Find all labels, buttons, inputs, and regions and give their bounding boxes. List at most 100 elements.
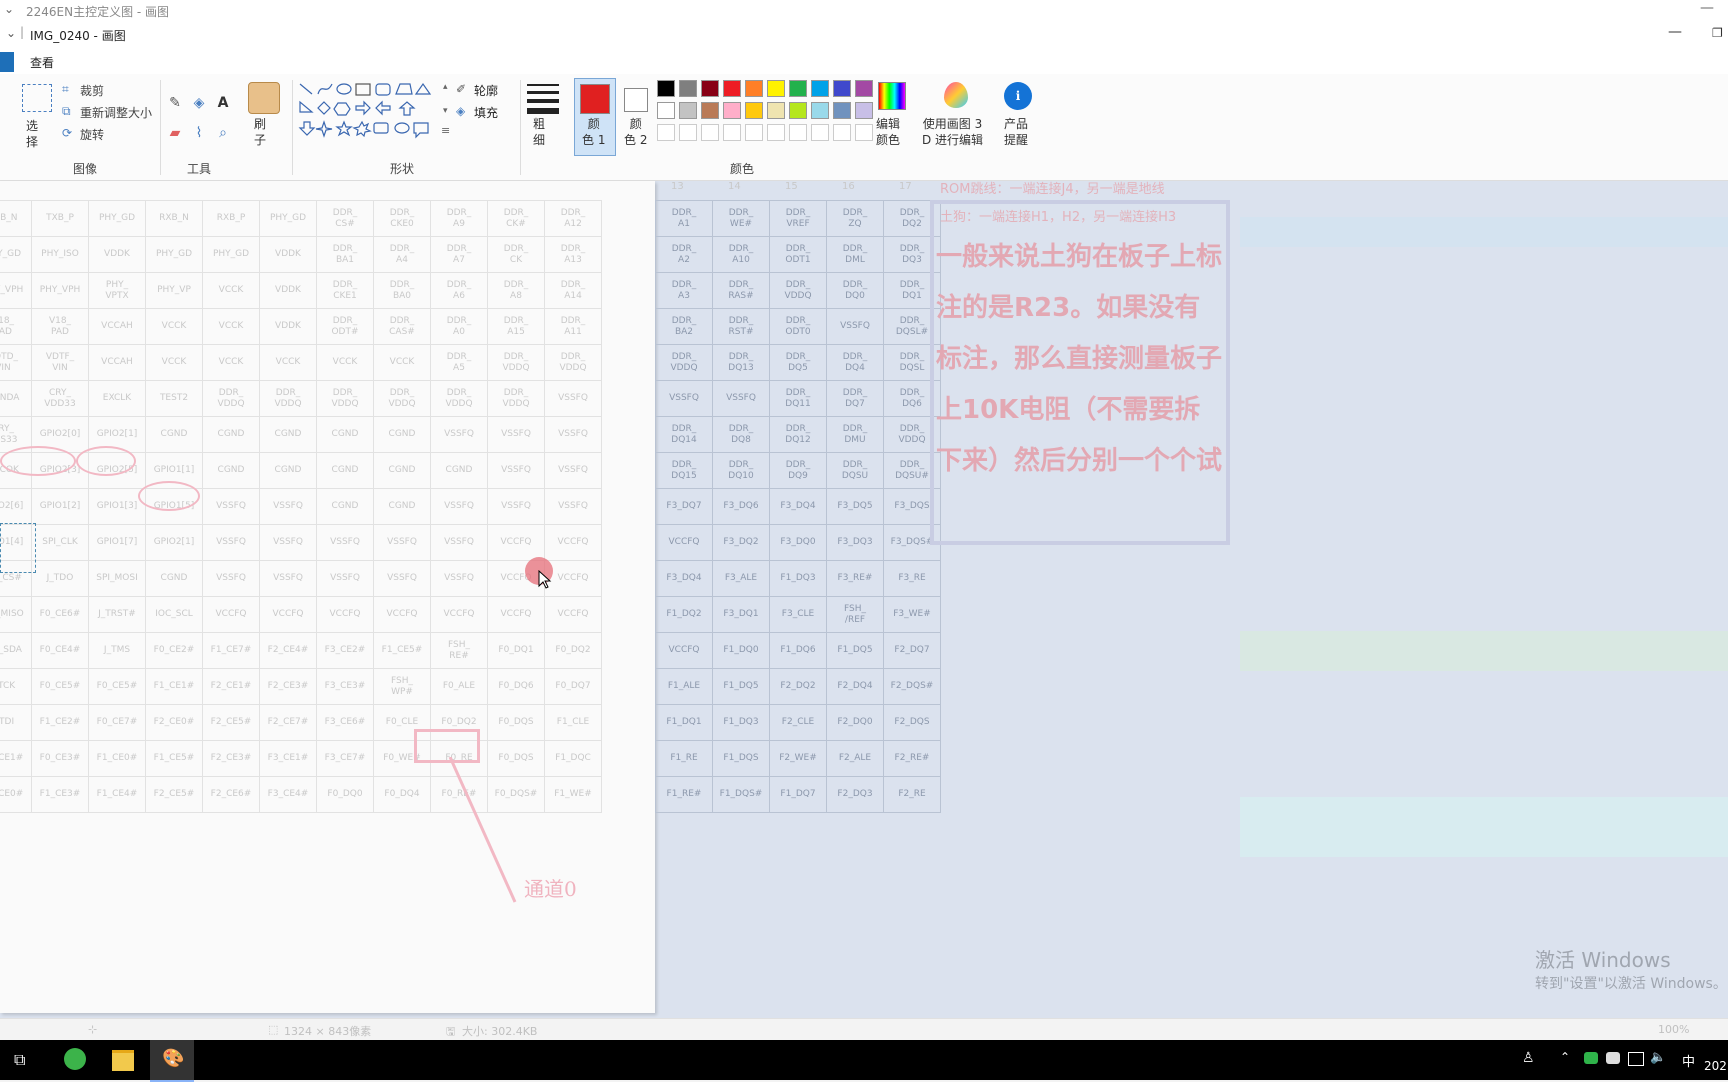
- clock[interactable]: 202: [1704, 1059, 1727, 1073]
- table-cell: CGND: [145, 416, 203, 453]
- tray-app-icon[interactable]: [1606, 1052, 1620, 1064]
- color2-button[interactable]: 颜 色 2: [624, 116, 647, 148]
- table-cell: F1_CE5#: [145, 740, 203, 777]
- palette-swatch[interactable]: [833, 102, 851, 119]
- size-button[interactable]: 粗 细: [533, 116, 545, 148]
- shapes-gallery-icons: [298, 82, 432, 139]
- network-icon[interactable]: [1628, 1052, 1644, 1066]
- brush-icon[interactable]: [248, 82, 280, 114]
- image-dimensions: 1324 × 843像素: [284, 1025, 372, 1038]
- menu-chevron-icon[interactable]: ⌄: [4, 2, 14, 16]
- gallery-more-icon[interactable]: ≡: [441, 124, 450, 137]
- palette-swatch-empty[interactable]: [723, 124, 741, 141]
- palette-swatch-empty[interactable]: [833, 124, 851, 141]
- tray-app-icon[interactable]: [1584, 1052, 1598, 1064]
- palette-swatch-empty[interactable]: [745, 124, 763, 141]
- fill-shape-icon[interactable]: ◈: [456, 104, 465, 118]
- table-cell: PHY_ISO: [31, 236, 89, 273]
- highlight-circle: [76, 446, 136, 476]
- outline-icon[interactable]: ✐: [456, 82, 466, 96]
- paint3d-button[interactable]: 使用画图 3 D 进行编辑: [922, 116, 983, 148]
- shapes-gallery[interactable]: [298, 82, 444, 142]
- column-number: 15: [785, 181, 798, 192]
- crop-icon[interactable]: ⌗: [62, 82, 69, 97]
- eraser-icon[interactable]: ▰: [166, 124, 184, 142]
- magnifier-icon[interactable]: ⌕: [214, 124, 232, 142]
- palette-swatch[interactable]: [811, 80, 829, 97]
- palette-swatch[interactable]: [679, 102, 697, 119]
- palette-swatch[interactable]: [855, 80, 873, 97]
- palette-swatch-empty[interactable]: [679, 124, 697, 141]
- palette-swatch-empty[interactable]: [789, 124, 807, 141]
- palette-swatch[interactable]: [833, 80, 851, 97]
- palette-swatch[interactable]: [701, 102, 719, 119]
- browser-icon[interactable]: [64, 1048, 86, 1070]
- palette-swatch[interactable]: [789, 80, 807, 97]
- select-icon[interactable]: [22, 84, 52, 112]
- resize-icon[interactable]: ⧉: [62, 104, 71, 119]
- color-palette: [657, 80, 873, 144]
- ime-indicator[interactable]: 中: [1682, 1051, 1695, 1070]
- image-canvas[interactable]: TXB_NTXB_PPHY_GDRXB_NRXB_PPHY_GDDDR_ CS#…: [0, 181, 655, 1013]
- task-view-icon[interactable]: ⧉: [14, 1050, 25, 1070]
- palette-swatch-empty[interactable]: [657, 124, 675, 141]
- file-explorer-icon[interactable]: [112, 1050, 134, 1071]
- volume-icon[interactable]: 🔈: [1650, 1050, 1666, 1065]
- palette-swatch[interactable]: [767, 80, 785, 97]
- quick-access-chevron-icon[interactable]: ⌄: [6, 26, 16, 40]
- people-icon[interactable]: ♙: [1522, 1050, 1535, 1066]
- gallery-up-icon[interactable]: ▴: [443, 82, 448, 92]
- color2-swatch[interactable]: [624, 88, 648, 112]
- gallery-down-icon[interactable]: ▾: [443, 106, 448, 116]
- palette-swatch[interactable]: [701, 80, 719, 97]
- palette-swatch-empty[interactable]: [855, 124, 873, 141]
- palette-swatch-empty[interactable]: [811, 124, 829, 141]
- palette-swatch-empty[interactable]: [767, 124, 785, 141]
- product-alert-button[interactable]: 产品 提醒: [1004, 116, 1028, 148]
- palette-swatch[interactable]: [723, 102, 741, 119]
- selection-rectangle[interactable]: [0, 523, 36, 573]
- table-cell: VSSFQ: [373, 524, 431, 561]
- resize-label[interactable]: 重新调整大小: [80, 104, 152, 121]
- file-tab[interactable]: [0, 52, 14, 72]
- pencil-icon[interactable]: ✎: [166, 94, 184, 112]
- edit-colors-icon[interactable]: [878, 82, 906, 110]
- restore-button[interactable]: ❐: [1712, 26, 1723, 40]
- size-icon[interactable]: [527, 84, 559, 114]
- edit-colors-button[interactable]: 编辑 颜色: [876, 116, 900, 148]
- palette-swatch[interactable]: [657, 102, 675, 119]
- annotation-arrow: [448, 757, 517, 903]
- minimize-icon[interactable]: —: [1700, 0, 1714, 16]
- palette-swatch[interactable]: [723, 80, 741, 97]
- select-button[interactable]: 选 择: [26, 118, 38, 150]
- crop-label[interactable]: 裁剪: [80, 82, 104, 99]
- tray-chevron-icon[interactable]: ⌃: [1560, 1050, 1570, 1064]
- palette-swatch[interactable]: [679, 80, 697, 97]
- rotate-label[interactable]: 旋转: [80, 126, 104, 143]
- table-cell: VCCK: [259, 344, 317, 381]
- palette-swatch[interactable]: [789, 102, 807, 119]
- tools-group-label: 工具: [187, 162, 212, 176]
- palette-swatch[interactable]: [855, 102, 873, 119]
- palette-swatch[interactable]: [657, 80, 675, 97]
- zoom-level[interactable]: 100%: [1658, 1023, 1689, 1036]
- palette-swatch[interactable]: [745, 102, 763, 119]
- text-icon[interactable]: A: [214, 94, 232, 112]
- info-icon[interactable]: i: [1004, 82, 1032, 110]
- palette-swatch[interactable]: [767, 102, 785, 119]
- paint-taskbar-button[interactable]: 🎨: [150, 1040, 194, 1082]
- rotate-icon[interactable]: ⟳: [62, 126, 72, 140]
- brushes-button[interactable]: 刷 子: [254, 116, 266, 148]
- fill-icon[interactable]: ◈: [190, 94, 208, 112]
- palette-swatch[interactable]: [745, 80, 763, 97]
- table-row: SPI_CS#J_TDOSPI_MOSICGNDVSSFQVSSFQVSSFQV…: [0, 560, 602, 597]
- minimize-button[interactable]: —: [1668, 24, 1682, 40]
- color-picker-icon[interactable]: ⌇: [190, 124, 208, 142]
- paint3d-icon[interactable]: [944, 82, 968, 108]
- palette-swatch-empty[interactable]: [701, 124, 719, 141]
- palette-swatch[interactable]: [811, 102, 829, 119]
- fill-dropdown[interactable]: 填充: [474, 104, 498, 121]
- tab-view[interactable]: 查看: [30, 54, 54, 71]
- outline-dropdown[interactable]: 轮廓: [474, 82, 498, 99]
- table-cell: F0_CE3#: [31, 740, 89, 777]
